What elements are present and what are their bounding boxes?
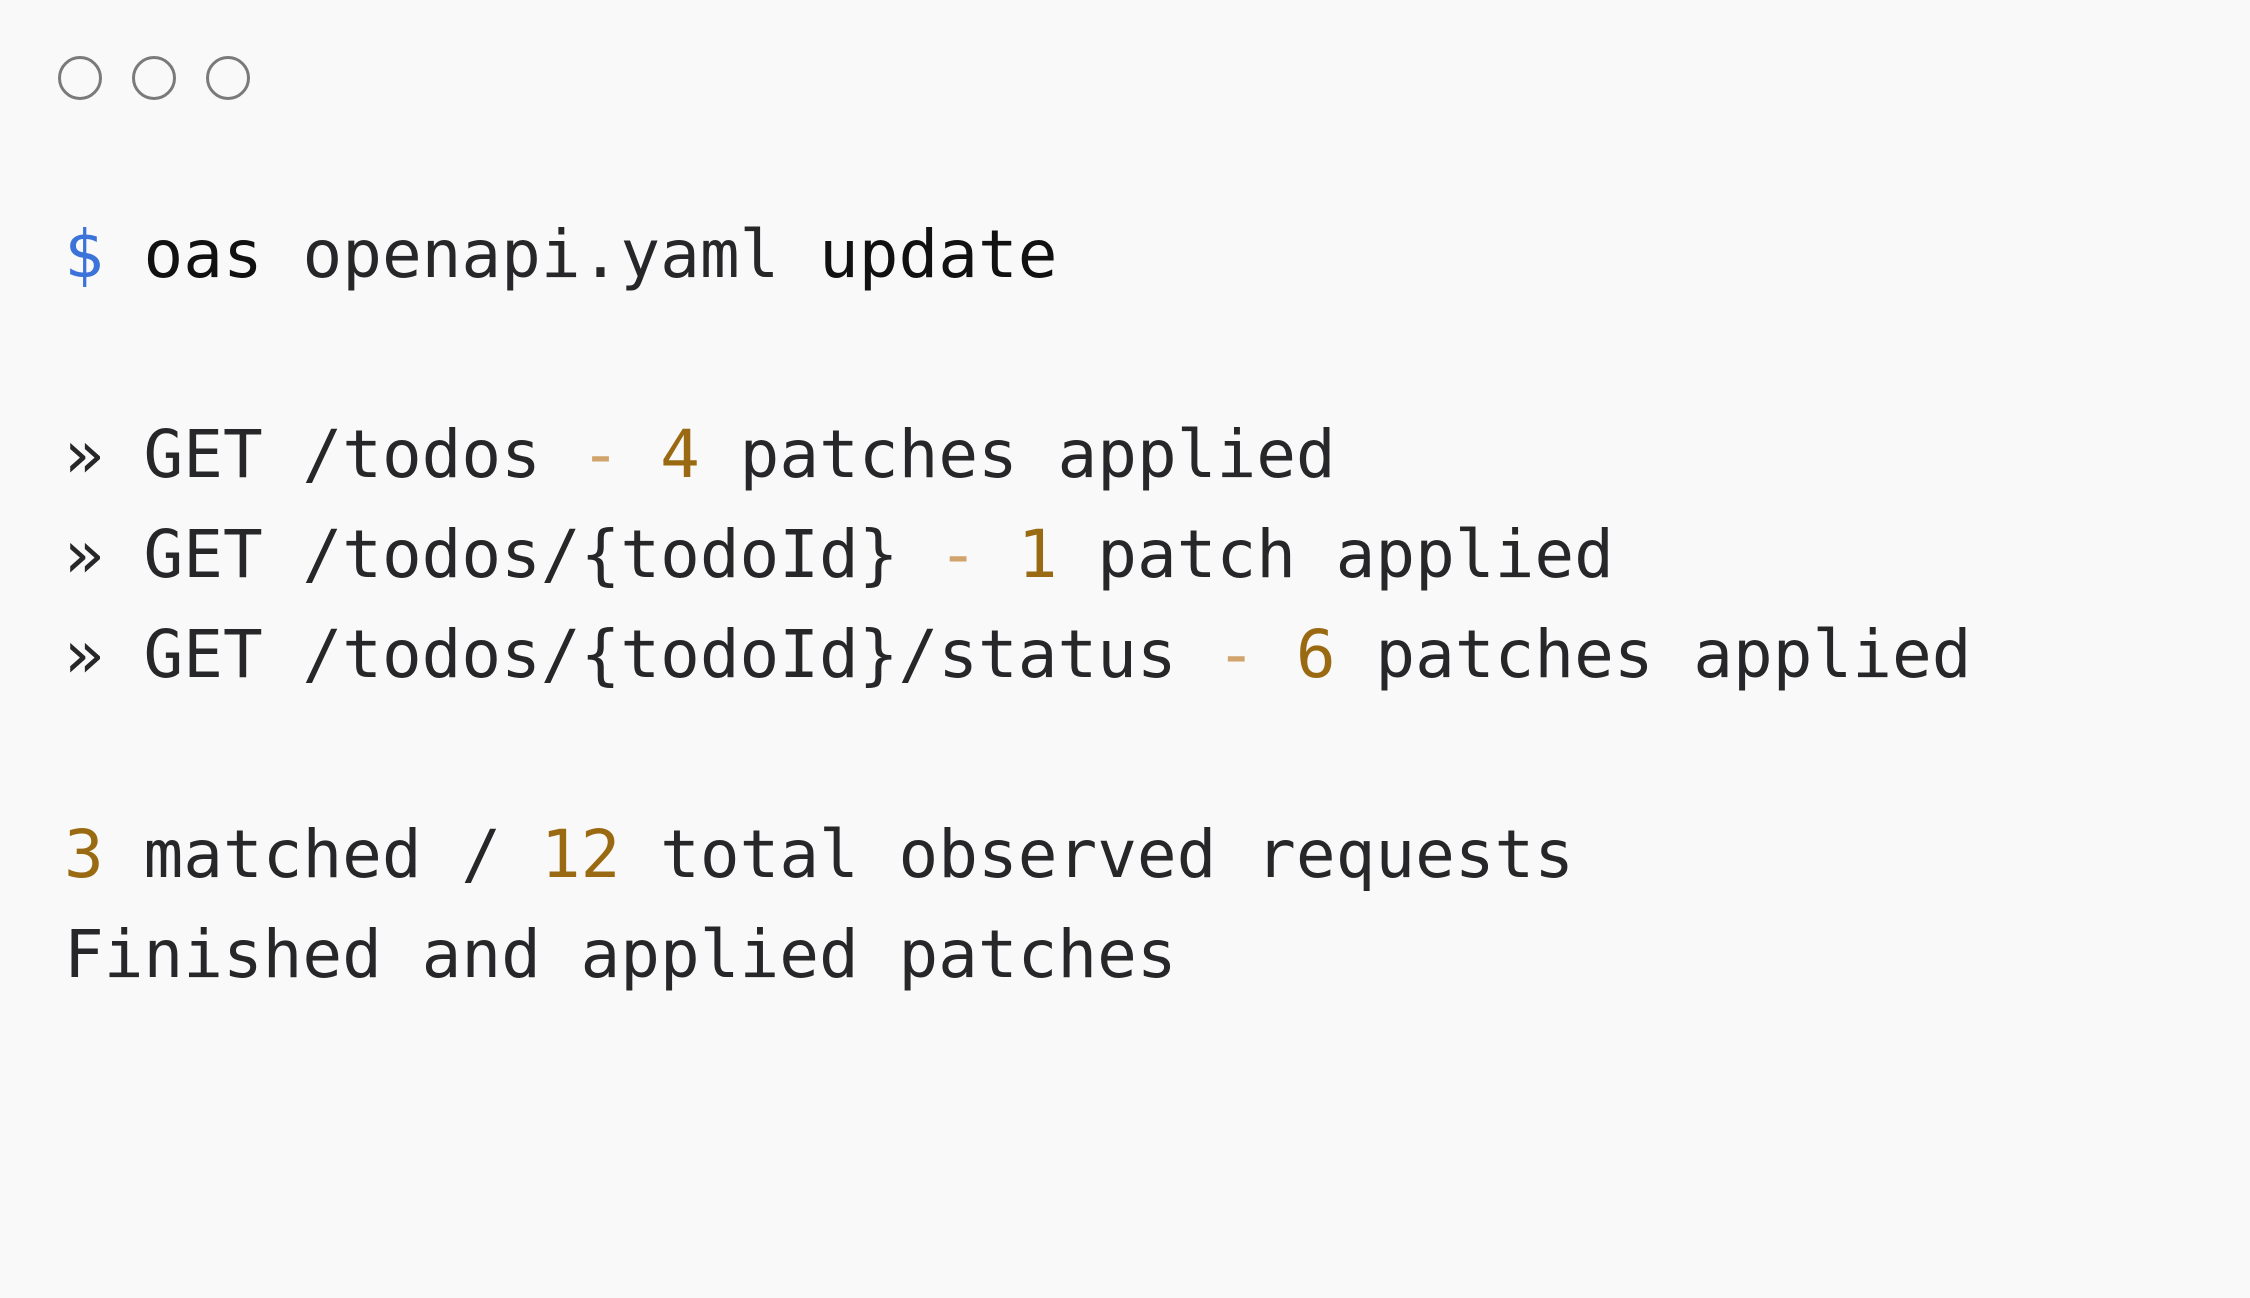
total-count: 12 — [540, 816, 621, 893]
finished-message: Finished and applied patches — [64, 916, 1177, 993]
window-controls — [58, 56, 250, 100]
patch-count: 4 — [660, 416, 700, 493]
http-method: GET — [143, 416, 263, 493]
patch-label: patches applied — [1375, 616, 1972, 693]
result-line: » GET /todos - 4 patches applied — [64, 422, 1336, 488]
summary-line: 3 matched / 12 total observed requests — [64, 822, 1574, 888]
http-method: GET — [143, 616, 263, 693]
http-method: GET — [143, 516, 263, 593]
command-file: openapi.yaml — [302, 216, 780, 293]
endpoint-path: /todos/{todoId} — [302, 516, 899, 593]
close-circle-icon[interactable] — [58, 56, 102, 100]
separator-dash: - — [580, 416, 621, 493]
prompt-symbol: $ — [64, 216, 104, 293]
result-line: » GET /todos/{todoId}/status - 6 patches… — [64, 622, 1971, 688]
matched-label: matched / — [143, 816, 502, 893]
bullet-icon: » — [64, 616, 104, 693]
terminal-window: $ oas openapi.yaml update » GET /todos -… — [0, 0, 2250, 1298]
result-line: » GET /todos/{todoId} - 1 patch applied — [64, 522, 1614, 588]
command-action: update — [819, 216, 1058, 293]
patch-label: patch applied — [1097, 516, 1614, 593]
minimize-circle-icon[interactable] — [132, 56, 176, 100]
separator-dash: - — [1216, 616, 1257, 693]
total-label: total observed requests — [660, 816, 1575, 893]
patch-label: patches applied — [739, 416, 1336, 493]
command-line: $ oas openapi.yaml update — [64, 222, 1057, 288]
bullet-icon: » — [64, 416, 104, 493]
bullet-icon: » — [64, 516, 104, 593]
matched-count: 3 — [64, 816, 104, 893]
endpoint-path: /todos/{todoId}/status — [302, 616, 1177, 693]
command-program: oas — [143, 216, 263, 293]
patch-count: 1 — [1017, 516, 1058, 593]
maximize-circle-icon[interactable] — [206, 56, 250, 100]
endpoint-path: /todos — [302, 416, 541, 493]
separator-dash: - — [938, 516, 978, 593]
patch-count: 6 — [1295, 616, 1336, 693]
